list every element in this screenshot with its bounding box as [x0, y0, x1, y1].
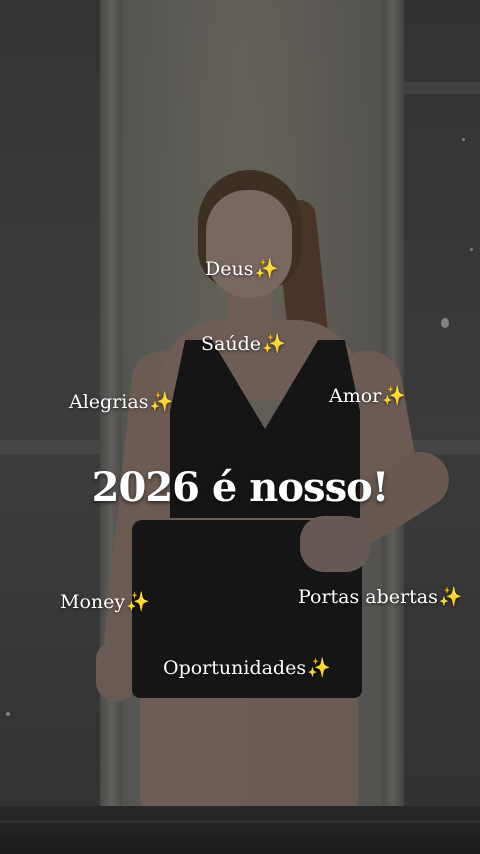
video-frame: Deus✨ Saúde✨ Alegrias✨ Amor✨ 2026 é noss… [0, 0, 480, 854]
word-deus: Deus✨ [205, 257, 278, 281]
word-portas-abertas: Portas abertas✨ [298, 585, 463, 609]
word-portas-abertas-label: Portas abertas [298, 586, 438, 608]
headline: 2026 é nosso! [91, 464, 390, 511]
word-amor-label: Amor [329, 385, 382, 407]
word-alegrias-label: Alegrias [69, 391, 149, 413]
sparkles-icon: ✨ [382, 385, 406, 407]
sparkles-icon: ✨ [307, 657, 331, 679]
sparkles-icon: ✨ [438, 586, 463, 608]
sparkles-icon: ✨ [126, 591, 150, 613]
sparkles-icon: ✨ [149, 391, 174, 413]
word-amor: Amor✨ [329, 384, 406, 408]
sparkles-icon: ✨ [254, 258, 279, 280]
word-money-label: Money [60, 591, 126, 613]
dark-overlay [0, 0, 480, 854]
word-saude-label: Saúde [201, 333, 261, 355]
word-saude: Saúde✨ [201, 332, 286, 356]
word-oportunidades-label: Oportunidades [163, 657, 307, 679]
word-oportunidades: Oportunidades✨ [163, 656, 331, 680]
word-money: Money✨ [60, 590, 150, 614]
word-deus-label: Deus [205, 258, 254, 280]
word-alegrias: Alegrias✨ [69, 390, 173, 414]
sparkles-icon: ✨ [262, 333, 286, 355]
